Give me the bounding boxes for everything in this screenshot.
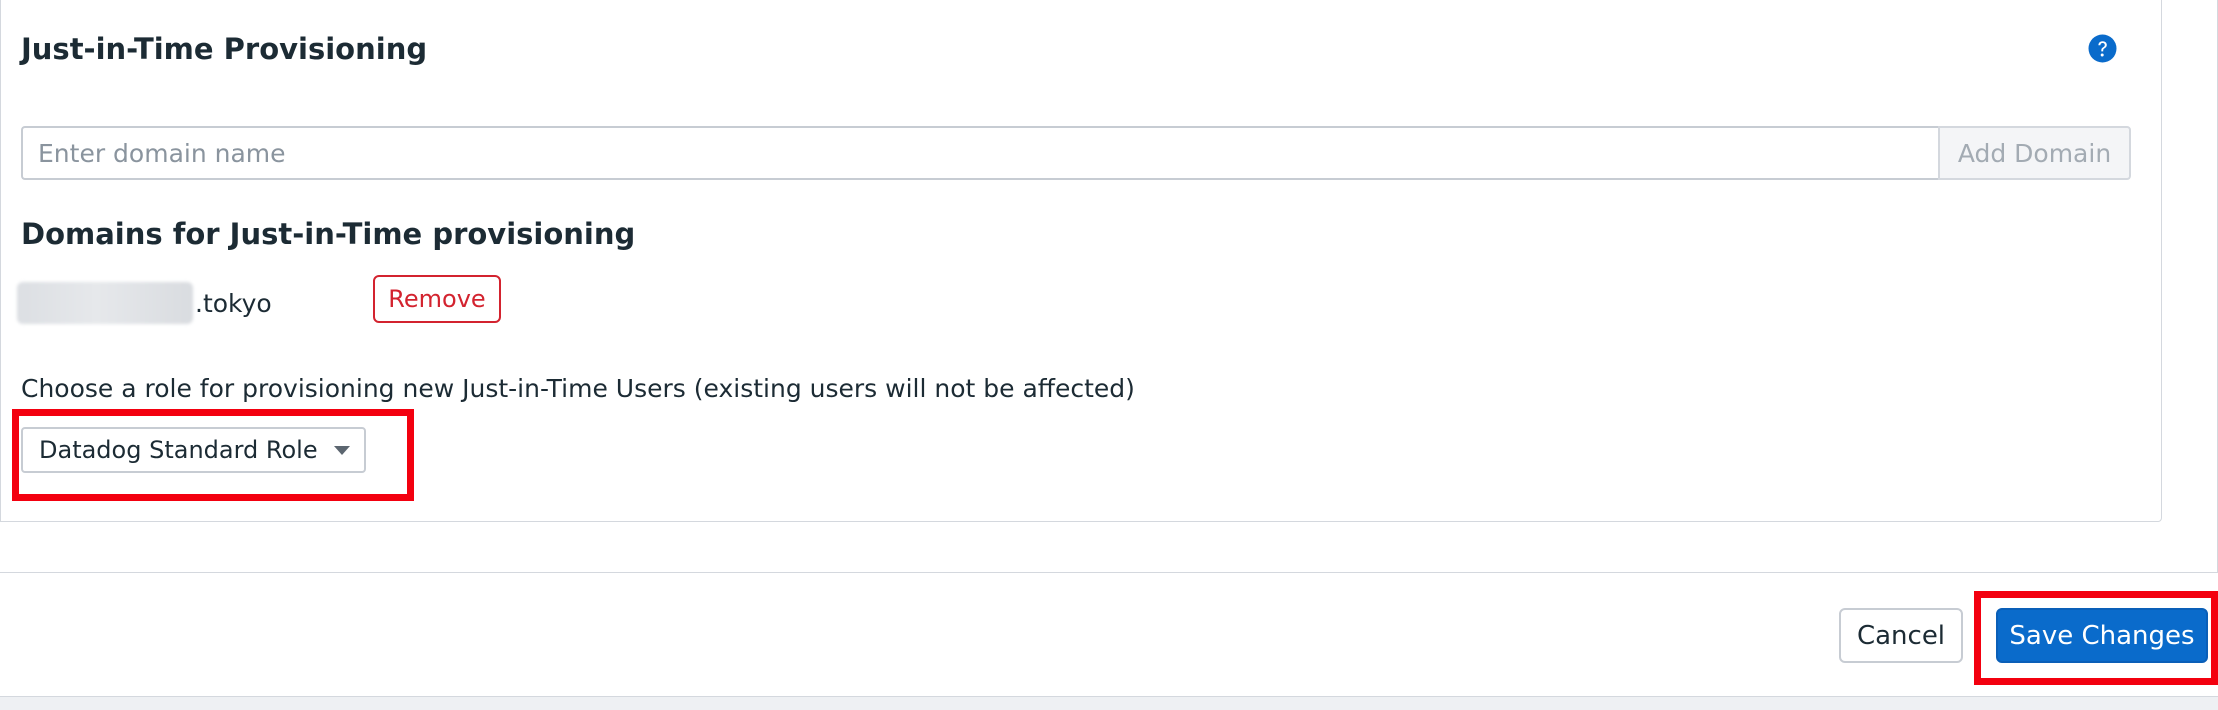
page: Just-in-Time Provisioning Add Domain Dom… <box>0 0 2218 710</box>
add-domain-row: Add Domain <box>21 126 2131 180</box>
bottom-strip <box>0 696 2218 710</box>
role-select-value: Datadog Standard Role <box>39 436 318 464</box>
question-circle-icon[interactable] <box>2088 34 2117 63</box>
role-label: Choose a role for provisioning new Just-… <box>21 374 1135 403</box>
add-domain-button[interactable]: Add Domain <box>1938 126 2131 180</box>
domains-heading: Domains for Just-in-Time provisioning <box>21 217 636 251</box>
jit-provisioning-card: Just-in-Time Provisioning Add Domain Dom… <box>0 0 2162 522</box>
chevron-down-icon <box>334 445 350 455</box>
cancel-button[interactable]: Cancel <box>1839 608 1963 663</box>
section-title: Just-in-Time Provisioning <box>21 32 428 66</box>
redacted-domain-blur <box>17 282 193 324</box>
remove-domain-button[interactable]: Remove <box>373 275 501 323</box>
domain-list-item: .tokyo <box>17 281 272 325</box>
role-select[interactable]: Datadog Standard Role <box>21 427 366 473</box>
domain-suffix: .tokyo <box>195 288 272 318</box>
domain-name-input[interactable] <box>21 126 1938 180</box>
save-changes-button[interactable]: Save Changes <box>1996 608 2208 663</box>
